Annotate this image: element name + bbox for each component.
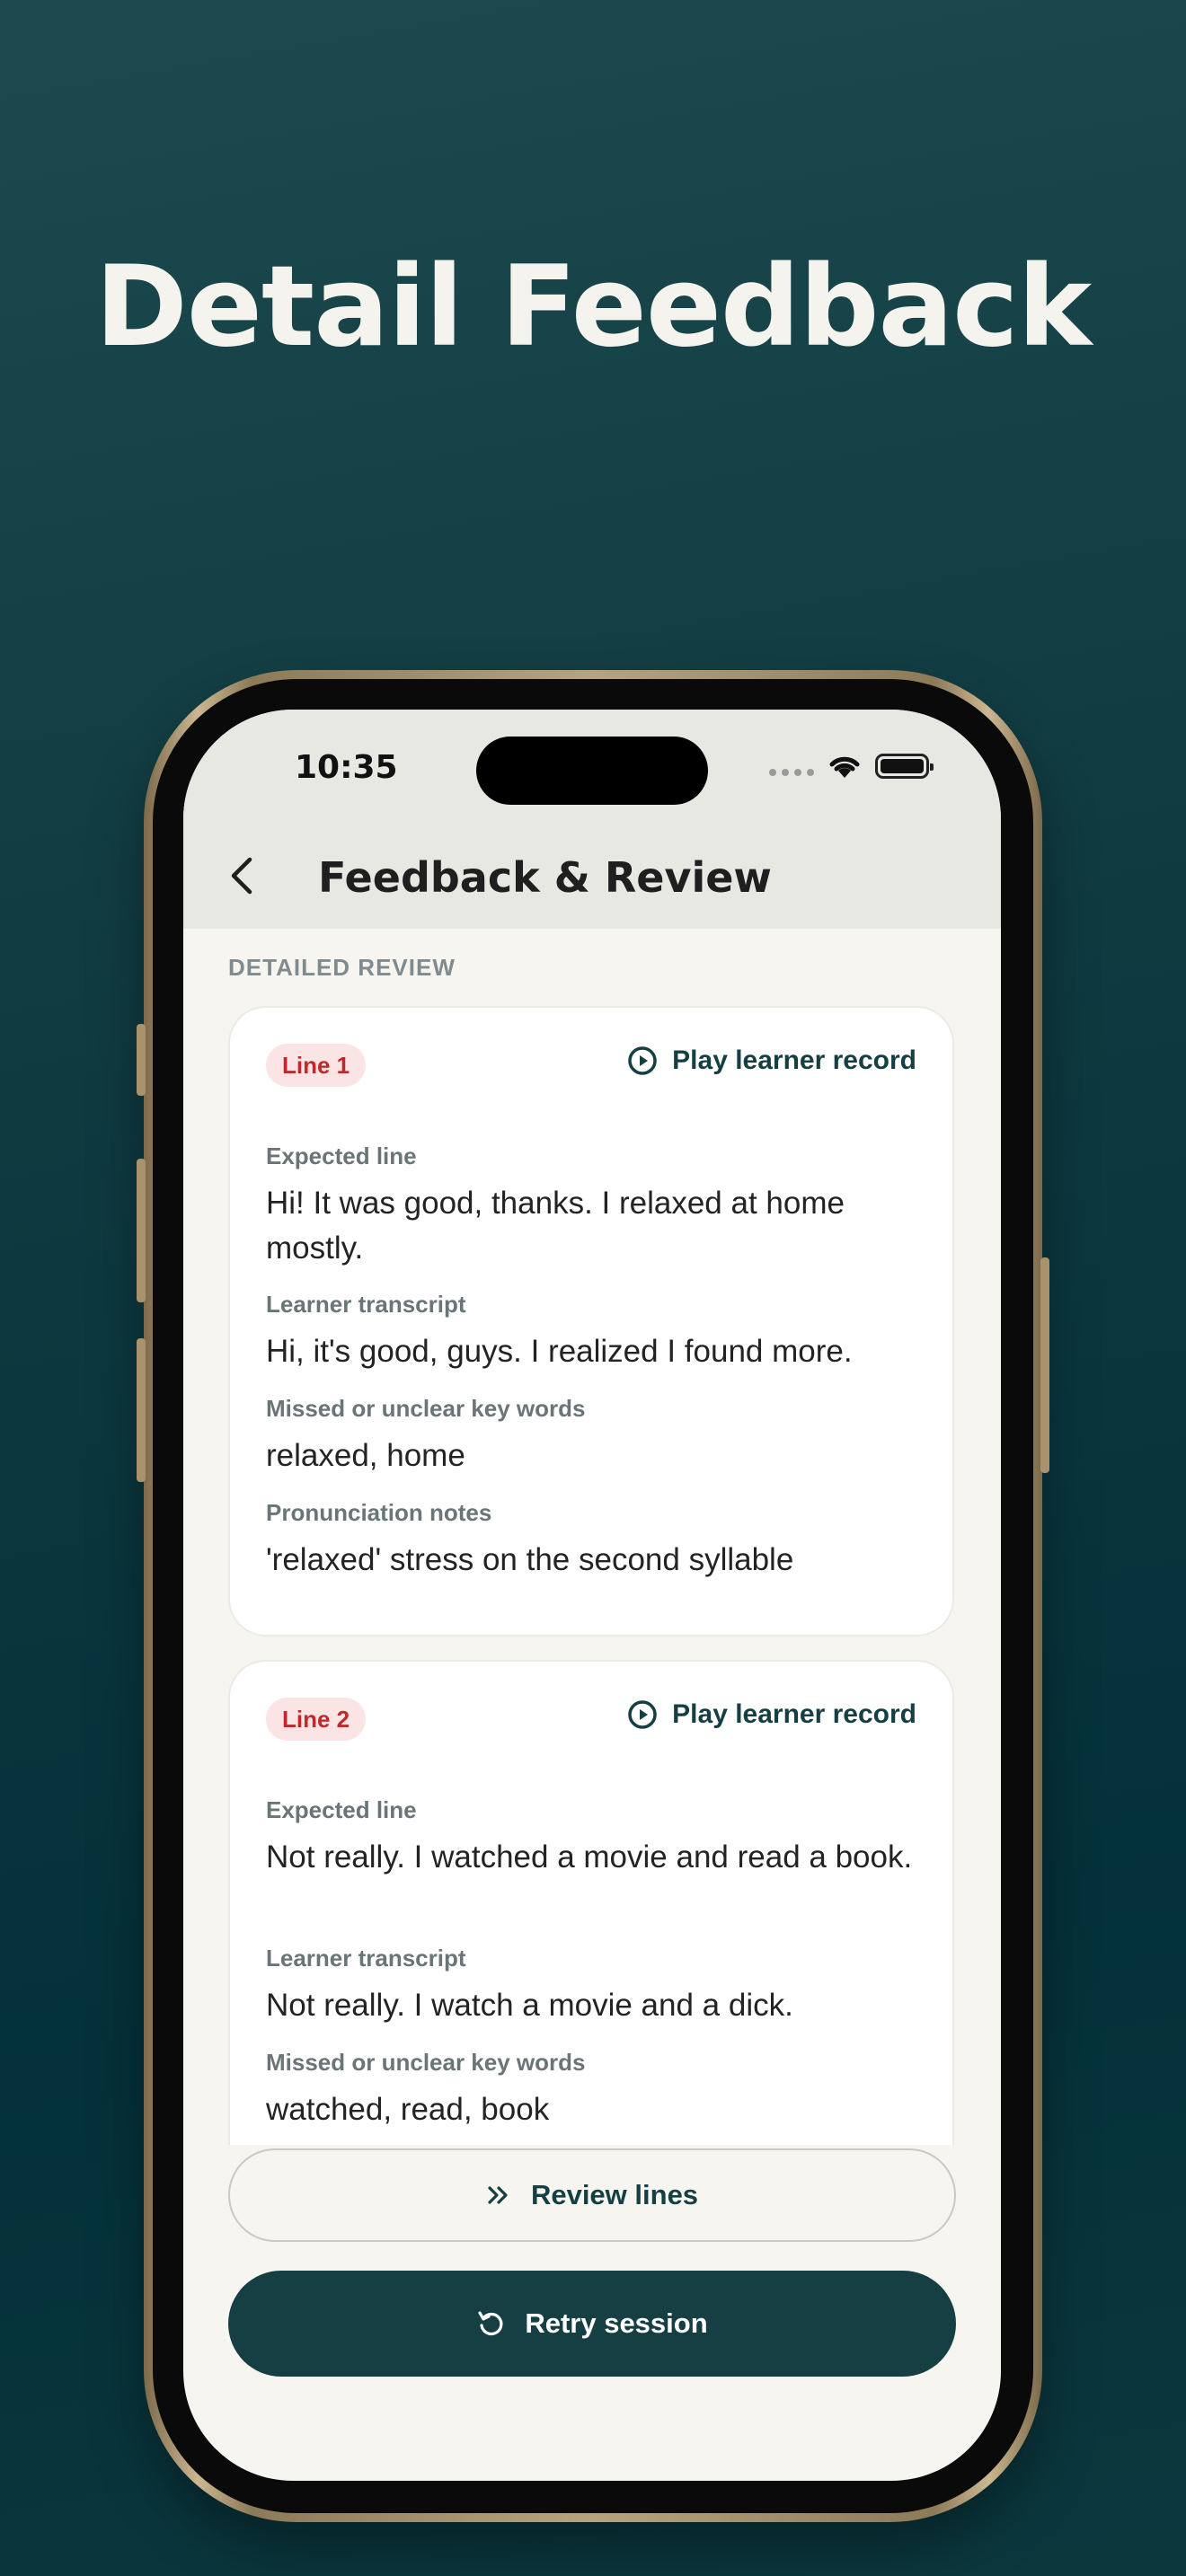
learner-transcript-field: Learner transcript Hi, it's good, guys. …: [266, 1291, 922, 1374]
power-button: [1040, 1257, 1049, 1473]
pronunciation-notes-field: Pronunciation notes 'relaxed' stress on …: [266, 1499, 922, 1583]
field-label: Expected line: [266, 1796, 417, 1823]
field-value: Not really. I watched a movie and read a…: [266, 1839, 913, 1875]
page-title: Feedback & Review: [318, 853, 772, 902]
field-value: relaxed, home: [266, 1438, 465, 1473]
review-card: Line 1 Play learner record Expected line…: [228, 1006, 954, 1636]
review-card: Line 2 Play learner record Expected line…: [228, 1660, 954, 2145]
wifi-icon: [829, 756, 860, 778]
back-button[interactable]: [219, 853, 264, 898]
cellular-dots-icon: [769, 769, 814, 776]
play-learner-record-button[interactable]: Play learner record: [627, 1045, 916, 1076]
retry-session-button[interactable]: Retry session: [228, 2271, 956, 2377]
section-label: DETAILED REVIEW: [228, 954, 456, 981]
battery-icon: [875, 754, 934, 779]
field-value: Not really. I watch a movie and a dick.: [266, 1988, 793, 2023]
action-button: [137, 1024, 146, 1096]
field-label: Missed or unclear key words: [266, 2049, 586, 2076]
review-lines-label: Review lines: [530, 2179, 699, 2210]
line-badge: Line 1: [266, 1044, 367, 1087]
field-label: Missed or unclear key words: [266, 1395, 586, 1422]
status-time: 10:35: [295, 749, 398, 786]
learner-transcript-field: Learner transcript Not really. I watch a…: [266, 1945, 922, 2028]
field-value: watched, read, book: [266, 2092, 550, 2127]
expected-line-field: Expected line Hi! It was good, thanks. I…: [266, 1142, 922, 1271]
expected-line-field: Expected line Not really. I watched a mo…: [266, 1796, 922, 1880]
play-label: Play learner record: [672, 1045, 916, 1075]
play-label: Play learner record: [672, 1699, 916, 1729]
review-lines-button[interactable]: Review lines: [228, 2148, 956, 2242]
app-header: 10:35 Feedback & Review: [183, 710, 1001, 929]
field-label: Expected line: [266, 1142, 417, 1169]
retry-session-label: Retry session: [525, 2307, 708, 2339]
status-icons: [769, 753, 934, 780]
dynamic-island: [476, 737, 708, 805]
play-learner-record-button[interactable]: Play learner record: [627, 1699, 916, 1730]
missed-keywords-field: Missed or unclear key words relaxed, hom…: [266, 1395, 922, 1478]
play-circle-icon: [628, 1700, 657, 1729]
play-circle-icon: [628, 1046, 657, 1075]
retry-icon: [478, 2311, 503, 2336]
missed-keywords-field: Missed or unclear key words watched, rea…: [266, 2049, 922, 2132]
field-label: Pronunciation notes: [266, 1499, 492, 1526]
field-value: 'relaxed' stress on the second syllable: [266, 1542, 794, 1577]
volume-up-button: [137, 1159, 146, 1302]
review-content[interactable]: DETAILED REVIEW Line 1 Play learner reco…: [183, 929, 1001, 2145]
volume-down-button: [137, 1338, 146, 1482]
field-label: Learner transcript: [266, 1945, 466, 1972]
line-badge: Line 2: [266, 1698, 367, 1741]
field-value: Hi, it's good, guys. I realized I found …: [266, 1334, 853, 1369]
hero-title: Detail Feedback: [94, 243, 1092, 372]
chevron-left-icon: [231, 857, 252, 895]
field-value: Hi! It was good, thanks. I relaxed at ho…: [266, 1186, 845, 1266]
field-label: Learner transcript: [266, 1291, 466, 1318]
phone-screen: 10:35 Feedback & Review DETAILED REVIEW: [183, 710, 1001, 2481]
double-chevron-right-icon: [488, 2186, 508, 2204]
